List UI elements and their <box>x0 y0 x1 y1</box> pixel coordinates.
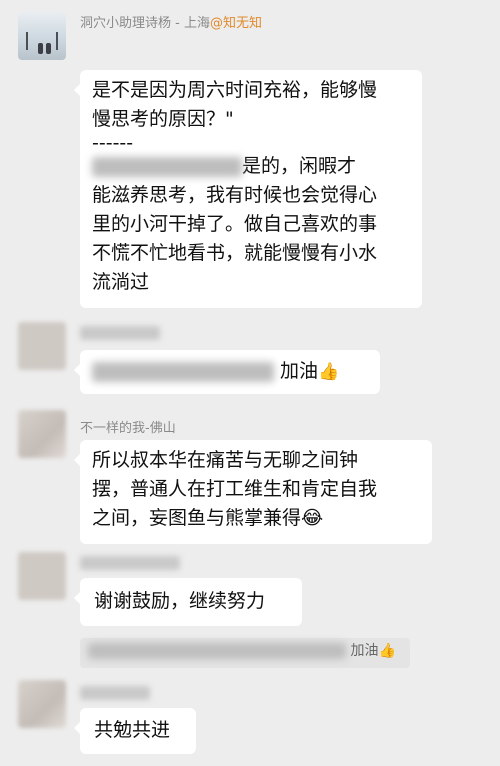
message-line: 不慌不忙地看书，就能慢慢有小水 <box>92 242 378 264</box>
message-bubble[interactable]: 所以叔本华在痛苦与无聊之间钟 摆，普通人在打工维生和肯定自我 之间，妄图鱼与熊掌… <box>74 440 432 544</box>
avatar[interactable] <box>18 12 66 60</box>
redacted-sender-name <box>80 326 160 340</box>
quote-text: 加油 <box>350 643 379 659</box>
message-line: 能滋养思考，我有时候也会觉得心 <box>92 184 378 206</box>
message-line: 之间，妄图鱼与熊掌兼得😂 <box>92 504 420 533</box>
message-text: 谢谢鼓励，继续努力 <box>94 590 266 612</box>
avatar[interactable] <box>18 410 66 458</box>
message-line: 摆，普通人在打工维生和肯定自我 <box>92 478 378 500</box>
message-text: 共勉共进 <box>94 719 171 741</box>
redacted-text <box>88 643 346 659</box>
redacted-sender-name <box>80 686 150 700</box>
quoted-reply[interactable]: 加油👍 <box>80 638 410 668</box>
avatar[interactable] <box>18 322 66 370</box>
message-line: 里的小河干掉了。做自己喜欢的事 <box>92 213 378 235</box>
message-bubble[interactable]: 加油👍 <box>74 350 380 394</box>
redacted-text <box>92 361 274 382</box>
redacted-sender-name <box>80 556 180 570</box>
sender-name: 不一样的我-佛山 <box>80 421 176 436</box>
redacted-text <box>92 156 242 177</box>
message-bubble[interactable]: 共勉共进 <box>74 708 196 754</box>
message-text: 之间，妄图鱼与熊掌兼得 <box>92 507 302 529</box>
thumbs-up-icon: 👍 <box>378 643 396 659</box>
thumbs-up-icon: 👍 <box>318 362 340 382</box>
message-line-tail: 是的，闲暇才 <box>242 155 357 177</box>
message-line: 所以叔本华在痛苦与无聊之间钟 <box>92 449 359 471</box>
sender-tag: @知无知 <box>209 16 262 31</box>
quote-separator: ------ <box>92 132 134 154</box>
message-line: 加油👍 <box>92 357 368 387</box>
laughing-emoji-icon: 😂 <box>301 507 324 529</box>
message-bubble[interactable]: 是不是因为周六时间充裕，能够慢 慢思考的原因？" ------ 是的，闲暇才 能… <box>74 70 422 308</box>
sender-name: 洞穴小助理诗杨 - 上海@知无知 <box>80 12 262 31</box>
message-line: 是的，闲暇才 <box>92 152 410 181</box>
avatar[interactable] <box>18 552 66 600</box>
message-bubble[interactable]: 谢谢鼓励，继续努力 <box>74 578 302 626</box>
avatar[interactable] <box>18 680 66 728</box>
message-line: 流淌过 <box>92 271 150 293</box>
message-line: 慢思考的原因？" <box>92 108 234 130</box>
sender-name-text: 洞穴小助理诗杨 - 上海 <box>80 16 210 31</box>
message-text: 加油 <box>280 360 319 382</box>
message-line: 是不是因为周六时间充裕，能够慢 <box>92 79 378 101</box>
